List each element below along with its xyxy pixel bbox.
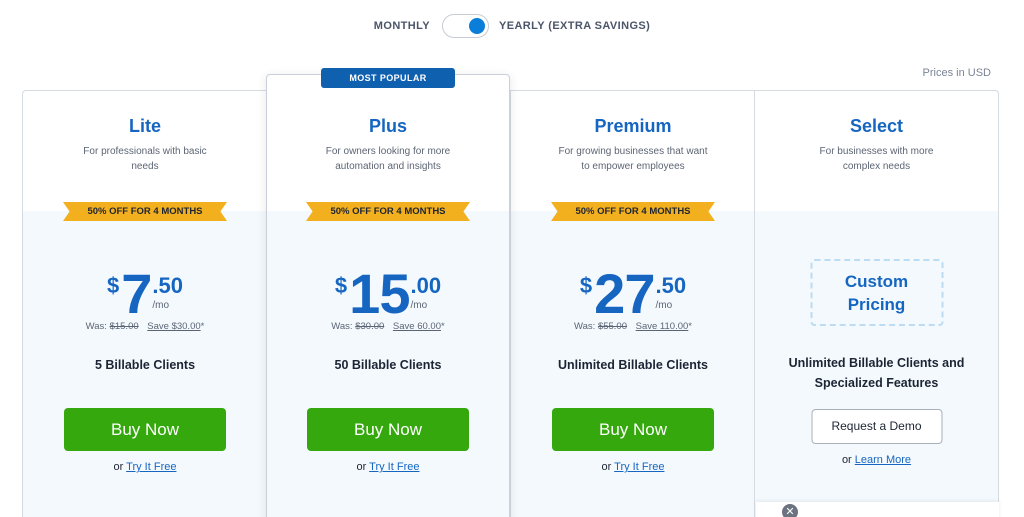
was-price-row: Was: $30.00 Save 60.00* [267,321,509,332]
plan-description: For professionals with basic needs [83,146,207,172]
try-free-link[interactable]: Try It Free [369,461,419,473]
plan-name: Lite [128,116,161,136]
price-whole: 27 [594,262,655,325]
or-text: or [841,454,852,466]
save-footnote-mark: * [200,321,205,332]
billable-clients: 50 Billable Clients [334,358,442,372]
alt-action-row: or Try It Free [23,461,267,473]
plan-card-select: Select For businesses with more complex … [754,90,999,517]
buy-now-button[interactable]: Buy Now [64,408,226,451]
plan-name: Plus [368,116,407,136]
currency-symbol: $ [579,273,593,298]
or-text: or [601,461,612,473]
was-price: $15.00 [109,321,139,332]
custom-pricing-line2: Pricing [847,294,906,314]
discount-ribbon: 50% OFF FOR 4 MONTHS [306,202,470,221]
was-price: $55.00 [597,321,627,332]
try-free-link[interactable]: Try It Free [614,461,664,473]
try-free-link[interactable]: Try It Free [126,461,176,473]
billing-toggle-row: MONTHLY YEARLY (EXTRA SAVINGS) [0,12,1024,40]
price-period: /mo [655,300,673,311]
was-label: Was: [85,321,107,332]
custom-pricing-line1: Custom [844,271,909,291]
request-demo-button[interactable]: Request a Demo [811,409,942,444]
save-amount: Save 60.00 [392,321,441,332]
alt-action-row: or Try It Free [511,461,755,473]
close-icon[interactable]: ✕ [782,504,798,517]
clients-line1: Unlimited Billable Clients and [788,356,965,370]
save-amount: Save $30.00 [147,321,201,332]
was-label: Was: [574,321,596,332]
prices-currency-note: Prices in USD [922,67,991,79]
plan-card-premium: Premium For growing businesses that want… [510,90,755,517]
was-price: $30.00 [355,321,385,332]
discount-ribbon: 50% OFF FOR 4 MONTHS [63,202,227,221]
currency-symbol: $ [107,273,120,298]
or-text: or [356,461,367,473]
save-amount: Save 110.00 [635,321,689,332]
price-cents: .50 [152,273,183,298]
buy-now-button[interactable]: Buy Now [552,408,714,451]
plan-description: For owners looking for more automation a… [325,146,451,172]
save-footnote-mark: * [441,321,445,332]
plan-card-lite: Lite For professionals with basic needs … [22,90,267,517]
plan-description: For businesses with more complex needs [819,146,934,172]
price-whole: 15 [349,262,410,325]
alt-action-row: or Try It Free [267,461,509,473]
billable-clients: Unlimited Billable Clients [557,358,709,372]
clients-line2: Specialized Features [814,376,939,390]
price-period: /mo [152,300,170,311]
billable-clients: 5 Billable Clients [94,358,196,372]
was-price-row: Was: $15.00 Save $30.00* [23,321,267,332]
buy-now-button[interactable]: Buy Now [307,408,469,451]
plan-price: $ 15 .00 /mo [334,262,442,327]
currency-symbol: $ [334,273,348,298]
toggle-knob [468,18,485,34]
price-whole: 7 [121,262,152,325]
plan-price: $ 27 .50 /mo [579,262,687,327]
yearly-label[interactable]: YEARLY (EXTRA SAVINGS) [499,20,650,32]
monthly-label[interactable]: MONTHLY [374,20,430,32]
save-footnote-mark: * [688,321,692,332]
was-price-row: Was: $55.00 Save 110.00* [511,321,755,332]
plan-name: Select [849,116,904,136]
was-label: Was: [331,321,353,332]
plan-name: Premium [594,116,672,136]
billing-toggle-switch[interactable] [441,14,489,38]
custom-pricing-box: Custom Pricing [810,259,943,326]
price-cents: .00 [410,273,442,298]
plan-card-plus: MOST POPULAR Plus For owners looking for… [266,68,510,517]
discount-ribbon: 50% OFF FOR 4 MONTHS [551,202,715,221]
price-period: /mo [410,300,428,311]
billable-clients: Unlimited Billable Clients and Specializ… [755,353,998,393]
plan-description: For growing businesses that want to empo… [558,146,708,172]
learn-more-link[interactable]: Learn More [855,454,911,466]
or-text: or [113,461,124,473]
most-popular-badge: MOST POPULAR [321,68,455,88]
plan-price: $ 7 .50 /mo [107,262,183,327]
alt-action-row: or Learn More [755,454,998,466]
price-cents: .50 [655,273,687,298]
